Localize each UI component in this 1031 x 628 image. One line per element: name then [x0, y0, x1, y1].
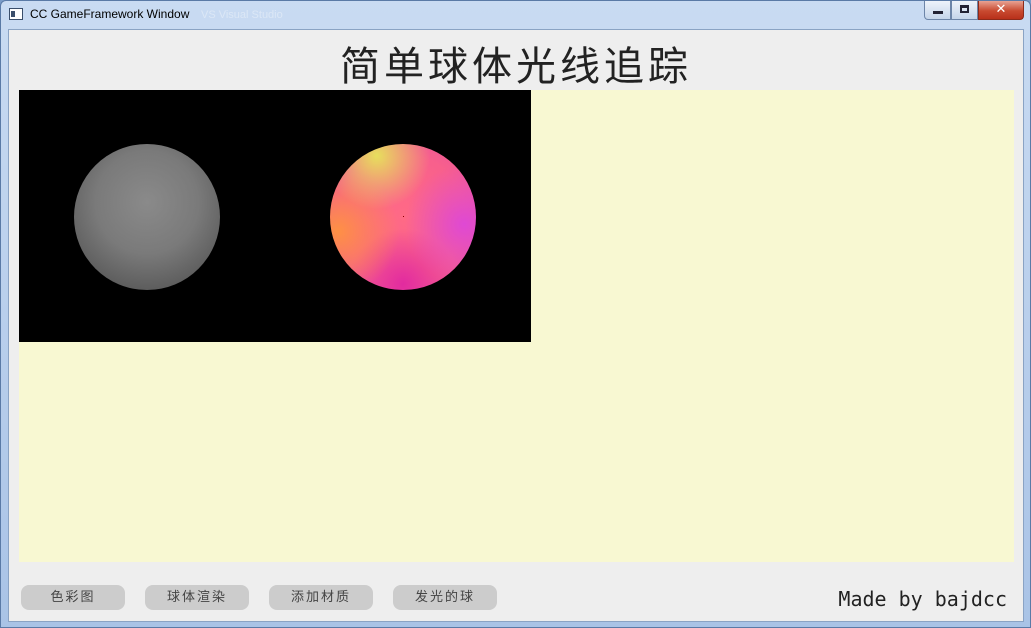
sphere-render-button[interactable]: 球体渲染: [145, 585, 249, 610]
minimize-button[interactable]: [924, 1, 951, 20]
window-title: CC GameFramework Window: [30, 7, 190, 21]
maximize-button[interactable]: [951, 1, 978, 20]
close-button[interactable]: ✕: [978, 1, 1024, 20]
close-icon: ✕: [995, 2, 1007, 17]
client-area: 简单球体光线追踪 色彩图 球体渲染 添加材质 发光的球 Made by bajd…: [8, 29, 1024, 622]
color-map-button[interactable]: 色彩图: [21, 585, 125, 610]
sphere-center-dot: [403, 216, 404, 217]
window-controls: ✕: [924, 1, 1024, 21]
glowing-sphere-button[interactable]: 发光的球: [393, 585, 497, 610]
page-title: 简单球体光线追踪: [340, 44, 692, 90]
color-sphere: [330, 144, 476, 290]
title-bar[interactable]: CC GameFramework Window VS Visual Studio…: [1, 1, 1030, 29]
maximize-icon: [960, 5, 969, 13]
canvas-area: [19, 90, 1014, 562]
gray-sphere: [74, 144, 220, 290]
window-title-ghost: VS Visual Studio: [201, 9, 283, 21]
app-window: CC GameFramework Window VS Visual Studio…: [0, 0, 1031, 628]
render-output: [19, 90, 531, 342]
minimize-icon: [933, 11, 943, 14]
add-material-button[interactable]: 添加材质: [269, 585, 373, 610]
app-window-icon: [9, 8, 23, 20]
author-credit: Made by bajdcc: [838, 587, 1007, 611]
